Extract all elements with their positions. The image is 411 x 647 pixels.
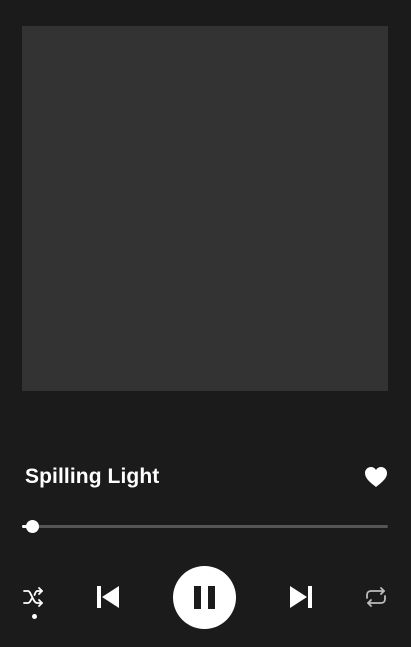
track-title: Spilling Light (25, 465, 160, 488)
play-pause-button[interactable] (173, 566, 236, 629)
progress-slider[interactable] (22, 520, 388, 534)
pause-icon (194, 586, 215, 609)
heart-icon (365, 467, 387, 487)
album-artwork (22, 26, 388, 391)
like-button[interactable] (364, 466, 388, 488)
skip-previous-icon (97, 586, 119, 608)
progress-track (22, 525, 388, 528)
repeat-icon (366, 587, 386, 607)
progress-knob[interactable] (26, 520, 40, 533)
next-track-button[interactable] (288, 584, 314, 610)
shuffle-active-indicator (32, 614, 37, 619)
repeat-button[interactable] (363, 586, 389, 608)
shuffle-icon (23, 587, 43, 607)
shuffle-button[interactable] (22, 586, 46, 608)
skip-next-icon (290, 586, 312, 608)
previous-track-button[interactable] (95, 584, 121, 610)
